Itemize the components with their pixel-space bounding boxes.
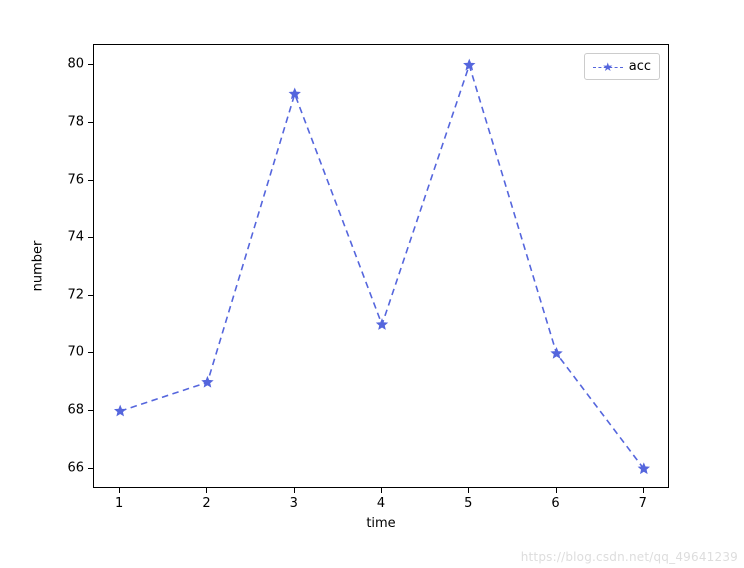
x-tick-mark [119,488,120,493]
y-tick-label: 78 [67,114,84,129]
x-tick-label: 7 [639,496,647,511]
y-tick-label: 72 [67,287,84,302]
series-line-acc [120,65,644,469]
y-tick-mark [88,237,93,238]
x-tick-label: 6 [551,496,559,511]
y-tick-mark [88,468,93,469]
data-point-star [203,377,213,386]
x-tick-label: 2 [202,496,210,511]
x-tick-mark [468,488,469,493]
plot-axes: ★ acc [93,44,669,488]
x-tick-mark [206,488,207,493]
figure: ★ acc time number https://blog.csdn.net/… [0,0,744,568]
y-tick-mark [88,352,93,353]
x-tick-mark [556,488,557,493]
data-point-star [377,319,387,328]
data-point-star [290,89,300,98]
legend-label: acc [629,59,651,74]
plot-svg [94,45,670,489]
x-tick-label: 1 [115,496,123,511]
x-tick-label: 4 [377,496,385,511]
data-point-star [552,348,562,357]
y-tick-label: 80 [67,57,84,72]
x-tick-mark [381,488,382,493]
y-tick-label: 66 [67,460,84,475]
y-tick-label: 70 [67,345,84,360]
y-tick-label: 74 [67,230,84,245]
x-tick-label: 5 [464,496,472,511]
y-tick-label: 76 [67,172,84,187]
y-tick-mark [88,180,93,181]
legend: ★ acc [584,53,660,80]
x-tick-mark [643,488,644,493]
data-point-star [115,406,125,415]
y-tick-label: 68 [67,403,84,418]
watermark-text: https://blog.csdn.net/qq_49641239 [521,550,738,564]
y-tick-mark [88,295,93,296]
y-tick-mark [88,64,93,65]
legend-swatch: ★ [593,62,623,72]
y-tick-mark [88,410,93,411]
x-tick-label: 3 [290,496,298,511]
x-tick-mark [294,488,295,493]
data-point-star [464,60,474,69]
y-tick-mark [88,122,93,123]
y-axis-label: number [31,241,46,292]
x-axis-label: time [366,516,395,531]
